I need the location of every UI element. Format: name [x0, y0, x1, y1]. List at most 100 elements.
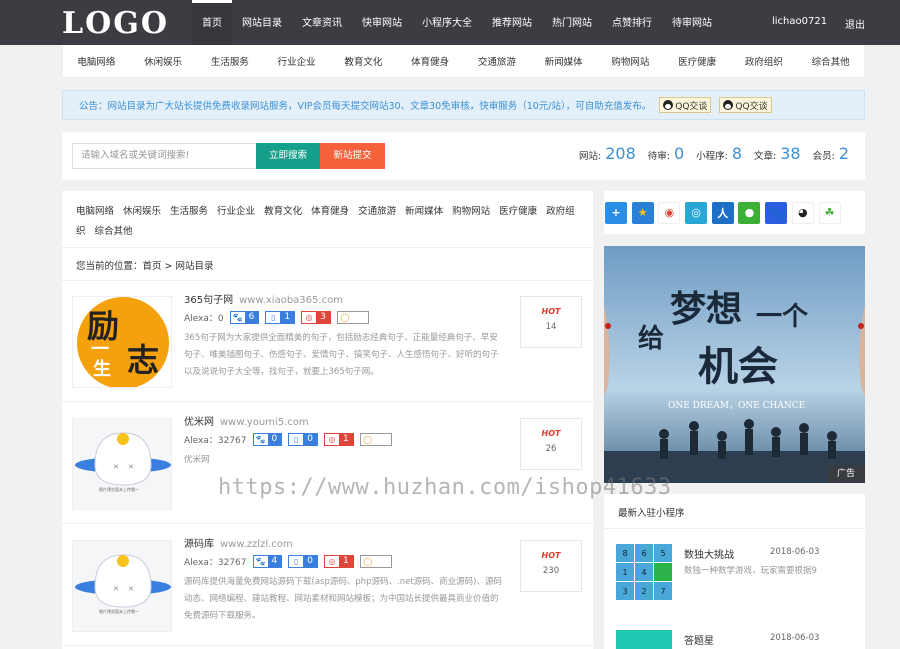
site-title-link[interactable]: 优米网 www.youmi5.com [184, 413, 309, 428]
so-weight-badge[interactable]: ◎ 3 [301, 311, 331, 324]
app-date: 2018-06-03 [770, 547, 820, 557]
hot-counter[interactable]: HOT 14 [520, 296, 582, 348]
category-link[interactable]: 综合其他 [812, 54, 850, 68]
baidu-weight-badge[interactable]: 🐾 4 [252, 555, 283, 568]
so-weight-badge[interactable]: ◎ 1 [323, 433, 354, 446]
sub-category-link[interactable]: 医疗健康 [499, 206, 537, 217]
divider [62, 247, 593, 248]
nav-item[interactable]: 推荐网站 [482, 0, 542, 45]
category-link[interactable]: 购物网站 [611, 54, 649, 68]
star-icon[interactable]: ★ [631, 201, 654, 224]
nav-item[interactable]: 点赞排行 [602, 0, 662, 45]
baidu-mobile-badge[interactable]: ▯ 0 [288, 433, 318, 446]
so-icon: ◎ [328, 435, 336, 444]
sub-category-link[interactable]: 休闲娱乐 [123, 206, 161, 217]
sogou-weight-badge[interactable]: ◯ [336, 311, 369, 324]
sub-category-link[interactable]: 电脑网络 [76, 206, 114, 217]
nav-item[interactable]: 热门网站 [542, 0, 602, 45]
baidu-weight-badge[interactable]: 🐾 0 [252, 433, 283, 446]
category-link[interactable]: 生活服务 [211, 54, 249, 68]
sub-category-link[interactable]: 行业企业 [217, 206, 255, 217]
so-icon: ◎ [305, 313, 313, 322]
grid-cell: 4 [635, 563, 653, 581]
hot-icon: HOT [541, 307, 561, 316]
site-metrics: Alexa：32767 🐾 0 ▯ 0 ◎ 1 ◯ [184, 433, 398, 446]
hot-counter[interactable]: HOT 26 [520, 418, 582, 470]
sogou-icon: ◯ [340, 313, 350, 322]
nav-item[interactable]: 文章资讯 [292, 0, 352, 45]
category-link[interactable]: 行业企业 [278, 54, 316, 68]
sub-category-link[interactable]: 交通旅游 [358, 206, 396, 217]
logout-link[interactable]: 退出 [845, 16, 865, 31]
svg-text:✕: ✕ [113, 463, 119, 471]
app-date: 2018-06-03 [770, 633, 820, 643]
category-link[interactable]: 电脑网络 [77, 54, 115, 68]
site-list-item: 励 志 一 生 365句子网 www.xiaoba365.com Alexa：0 … [62, 282, 593, 402]
category-bar: 电脑网络 休闲娱乐 生活服务 行业企业 教育文化 体育健身 交通旅游 新闻媒体 购物网站 医疗健康… [62, 45, 865, 78]
qq-icon[interactable]: ◕ [791, 201, 814, 224]
stat-value: 2 [838, 144, 849, 163]
svg-text:✕: ✕ [113, 585, 119, 593]
nav-item[interactable]: 小程序大全 [412, 0, 482, 45]
grid-cell: 7 [654, 582, 672, 600]
app-name[interactable]: 数独大挑战 [684, 546, 734, 561]
alexa-rank: Alexa：32767 [184, 436, 247, 446]
grid-cell: 5 [654, 544, 672, 562]
nav-item[interactable]: 首页 [192, 0, 232, 45]
site-thumbnail[interactable]: ✕ ✕ 图片预览暂未上传哦~ [72, 540, 172, 632]
sogou-weight-badge[interactable]: ◯ [359, 555, 392, 568]
tencent-weibo-icon[interactable]: ◎ [685, 201, 708, 224]
wechat-icon[interactable]: ● [738, 201, 761, 224]
sogou-weight-badge[interactable]: ◯ [359, 433, 392, 446]
sub-category-link[interactable]: 教育文化 [264, 206, 302, 217]
nav-item[interactable]: 网站目录 [232, 0, 292, 45]
submit-site-button[interactable]: 新站提交 [320, 143, 385, 169]
category-link[interactable]: 教育文化 [344, 54, 382, 68]
sub-category-link[interactable]: 综合其他 [95, 226, 133, 237]
sub-category-link[interactable]: 新闻媒体 [405, 206, 443, 217]
username-link[interactable]: lichao0721 [772, 16, 827, 27]
category-link[interactable]: 政府组织 [745, 54, 783, 68]
baidu-icon[interactable]: 🐾 [765, 201, 788, 224]
baidu-weight-badge[interactable]: 🐾 6 [229, 311, 260, 324]
category-link[interactable]: 交通旅游 [478, 54, 516, 68]
baidu-mobile-badge[interactable]: ▯ 1 [265, 311, 296, 324]
search-button[interactable]: 立即搜索 [256, 143, 320, 169]
plus-icon[interactable]: + [605, 201, 627, 224]
baidu-mobile-badge[interactable]: ▯ 0 [288, 555, 318, 568]
search-input[interactable]: 请输入域名或关键词搜索! [72, 143, 258, 169]
sub-category-link[interactable]: 购物网站 [452, 206, 490, 217]
app-name[interactable]: 答题星 [684, 632, 714, 647]
site-description: 源码库提供海量免费网站源码下载(asp源码、php源码、.net源码、商业源码)… [184, 577, 502, 621]
site-thumbnail[interactable]: ✕ ✕ 图片预览暂未上传哦~ [72, 418, 172, 510]
grid-cell: 6 [635, 544, 653, 562]
category-link[interactable]: 体育健身 [411, 54, 449, 68]
category-link[interactable]: 医疗健康 [678, 54, 716, 68]
nav-item[interactable]: 快审网站 [352, 0, 412, 45]
qq-icon [663, 100, 674, 110]
category-link[interactable]: 新闻媒体 [545, 54, 583, 68]
sogou-icon: ◯ [363, 557, 373, 566]
category-link[interactable]: 休闲娱乐 [144, 54, 182, 68]
site-thumbnail[interactable]: 励 志 一 生 [72, 296, 172, 388]
sub-category-link[interactable]: 生活服务 [170, 206, 208, 217]
search-panel: 请输入域名或关键词搜索! 立即搜索 新站提交 网站: 208 待审: 0 小程序: 8 文章… [62, 132, 865, 180]
app-thumbnail[interactable]: 865 14327 [616, 544, 672, 600]
qq-chat-button[interactable]: QQ交谈 [719, 97, 772, 113]
so-weight-badge[interactable]: ◎ 1 [323, 555, 354, 568]
renren-icon[interactable]: 人 [711, 201, 734, 224]
site-logo[interactable]: LOGO [62, 6, 169, 41]
ad-banner[interactable]: 梦想 给 一个 机会 ONE DREAM，ONE CHANCE 广告 [604, 246, 865, 483]
nav-item[interactable]: 待审网站 [662, 0, 722, 45]
qq-chat-button[interactable]: QQ交谈 [659, 97, 712, 113]
breadcrumb: 您当前的位置：首页 > 网站目录 [76, 261, 214, 272]
app-thumbnail[interactable] [616, 630, 672, 649]
site-title-link[interactable]: 源码库 www.zzlzl.com [184, 535, 293, 550]
stat-value: 0 [673, 144, 685, 163]
clover-icon[interactable]: ☘ [818, 201, 841, 224]
hot-counter[interactable]: HOT 230 [520, 540, 582, 592]
sub-category-link[interactable]: 体育健身 [311, 206, 349, 217]
weibo-icon[interactable]: ◉ [658, 201, 681, 224]
site-metrics: Alexa：0 🐾 6 ▯ 1 ◎ 3 ◯ [184, 311, 375, 324]
site-title-link[interactable]: 365句子网 www.xiaoba365.com [184, 291, 343, 306]
